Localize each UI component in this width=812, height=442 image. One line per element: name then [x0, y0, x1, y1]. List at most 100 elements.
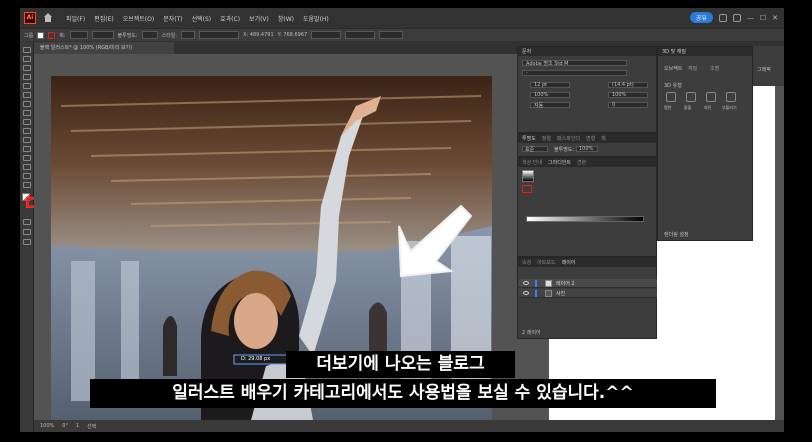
gradient-tool-icon[interactable] — [23, 173, 31, 179]
layer-color-icon — [535, 280, 537, 287]
current-tool: 선택 — [87, 423, 97, 430]
maximize-icon[interactable]: ☐ — [760, 14, 766, 22]
menu-type[interactable]: 문자(T) — [163, 14, 182, 23]
tab-transparency[interactable]: 투명도 — [522, 135, 536, 142]
draw-mode-icon[interactable] — [23, 229, 31, 235]
minimize-icon[interactable]: — — [747, 14, 754, 22]
pencil-tool-icon[interactable] — [23, 119, 31, 125]
gradient-slider[interactable] — [526, 216, 644, 222]
visibility-icon[interactable] — [523, 291, 529, 295]
search-icon[interactable] — [732, 13, 741, 22]
opacity-field[interactable] — [141, 31, 158, 39]
x-field[interactable]: X: 489.4791 — [243, 32, 274, 38]
subtitle-line-2: 일러스트 배우기 카테고리에서도 사용법을 보실 수 있습니다.^^ — [90, 379, 716, 408]
3d-materials-panel: 3D 및 재질 오브젝트 재질 조명 3D 유형 평면 돌출 회전 부풀리기 렌… — [657, 46, 753, 241]
gradient-preview[interactable] — [522, 170, 534, 182]
selection-tool-icon[interactable] — [23, 47, 31, 53]
subtitle-line-1: 더보기에 나오는 블로그 — [286, 351, 515, 378]
gradient-panel: 색상 안내 그라디언트 견본 — [517, 157, 657, 257]
tab-color-guide[interactable]: 색상 안내 — [522, 159, 542, 166]
curvature-tool-icon[interactable] — [23, 74, 31, 80]
menu-file[interactable]: 파일(F) — [66, 14, 85, 23]
control-bar: 그룹 획: 불투명도: 스타일: X: 489.4791 Y: 768.6967 — [20, 28, 784, 41]
shape-builder-tool-icon[interactable] — [23, 164, 31, 170]
width-field[interactable] — [311, 31, 342, 39]
workspace-icon[interactable] — [718, 13, 727, 22]
document-tab[interactable]: 블랙 일러스트* @ 100% (RGB/미리 보기) — [34, 42, 174, 54]
menu-view[interactable]: 보기(V) — [249, 14, 269, 23]
share-button[interactable]: 공유 — [689, 12, 713, 23]
fill-stroke-widget[interactable] — [22, 193, 37, 213]
transparency-panel: 투명도 정렬 패스파인더 변형 획 표준 불투명도: 100% — [517, 133, 657, 157]
brush-definition-field[interactable] — [91, 31, 114, 39]
3d-panel-title[interactable]: 3D 및 재질 — [662, 48, 686, 55]
pen-tool-icon[interactable] — [23, 65, 31, 71]
y-field[interactable]: Y: 768.6967 — [278, 32, 308, 38]
tab-material[interactable]: 재질 — [688, 65, 697, 72]
rotation-angle[interactable]: 0° — [62, 423, 68, 429]
font-style-value: - — [526, 70, 528, 76]
tab-artboards[interactable]: 아트보드 — [537, 259, 555, 266]
layer-count: 2 레이어 — [522, 330, 541, 336]
menu-effect[interactable]: 효과(C) — [220, 14, 240, 23]
transform-buttons[interactable] — [379, 31, 404, 39]
inflate-label: 부풀리기 — [722, 105, 737, 110]
hand-tool-icon[interactable] — [23, 182, 31, 188]
stroke-swatch[interactable] — [48, 31, 56, 39]
color-mode-icon[interactable] — [23, 219, 31, 225]
graphic-styles-label[interactable]: 그래픽 — [757, 66, 771, 73]
menu-help[interactable]: 도움말(H) — [303, 14, 329, 23]
layer-row[interactable]: 레이어 2 — [519, 279, 657, 288]
tab-pathfinder[interactable]: 패스파인더 — [557, 135, 580, 142]
blend-mode-value: 표준 — [525, 147, 535, 153]
render-settings-label[interactable]: 렌더링 설정 — [664, 231, 689, 238]
inflate-type-icon[interactable] — [726, 92, 736, 102]
tab-align[interactable]: 정렬 — [542, 135, 551, 142]
layer-thumbnail — [545, 290, 552, 297]
rotate-tool-icon[interactable] — [23, 137, 31, 143]
height-field[interactable] — [345, 31, 376, 39]
home-icon[interactable] — [42, 12, 54, 24]
eraser-tool-icon[interactable] — [23, 128, 31, 134]
width-tool-icon[interactable] — [23, 155, 31, 161]
artboard-number[interactable]: 1 — [76, 423, 79, 429]
menu-object[interactable]: 오브젝트(O) — [123, 14, 155, 23]
tab-stroke[interactable]: 획 — [601, 135, 606, 142]
tab-gradient[interactable]: 그라디언트 — [548, 159, 571, 166]
layers-panel: 속성 아트보드 레이어 레이어 2 사진 2 레이어 — [517, 257, 657, 339]
tab-layers[interactable]: 레이어 — [562, 259, 576, 266]
tab-lighting[interactable]: 조명 — [710, 65, 719, 72]
fill-swatch[interactable] — [37, 31, 45, 39]
zoom-level[interactable]: 100% — [40, 423, 54, 429]
tab-swatches[interactable]: 견본 — [577, 159, 586, 166]
menu-select[interactable]: 선택(S) — [192, 14, 212, 23]
collapsed-panel-icons: 그래픽 — [752, 46, 784, 86]
line-tool-icon[interactable] — [23, 92, 31, 98]
character-panel-title[interactable]: 문자 — [522, 48, 531, 55]
layer-row[interactable]: 사진 — [519, 289, 657, 298]
style-picker[interactable] — [181, 31, 196, 39]
tab-properties[interactable]: 속성 — [522, 259, 531, 266]
font-style-field[interactable] — [522, 70, 627, 76]
menu-window[interactable]: 창(W) — [278, 14, 294, 23]
paintbrush-tool-icon[interactable] — [23, 110, 31, 116]
extrude-type-icon[interactable] — [686, 92, 696, 102]
stroke-weight-field[interactable] — [69, 31, 88, 39]
revolve-type-icon[interactable] — [706, 92, 716, 102]
character-panel: 문자 Adobe 명조 Std M - 12 pt (14.4 pt) 100%… — [517, 46, 657, 133]
flat-type-icon[interactable] — [666, 92, 676, 102]
close-icon[interactable]: ✕ — [772, 14, 778, 22]
screen-mode-icon[interactable] — [23, 239, 31, 245]
visibility-icon[interactable] — [523, 281, 529, 285]
type-tool-icon[interactable] — [23, 83, 31, 89]
tab-object[interactable]: 오브젝트 — [664, 65, 682, 72]
tools-panel — [20, 41, 37, 432]
layer-color-icon — [535, 290, 537, 297]
direct-selection-tool-icon[interactable] — [23, 56, 31, 62]
scale-tool-icon[interactable] — [23, 146, 31, 152]
tab-transform[interactable]: 변형 — [586, 135, 595, 142]
menu-edit[interactable]: 편집(E) — [94, 14, 114, 23]
gradient-stroke-icon[interactable] — [522, 185, 532, 193]
rectangle-tool-icon[interactable] — [23, 101, 31, 107]
align-buttons[interactable] — [199, 31, 240, 39]
